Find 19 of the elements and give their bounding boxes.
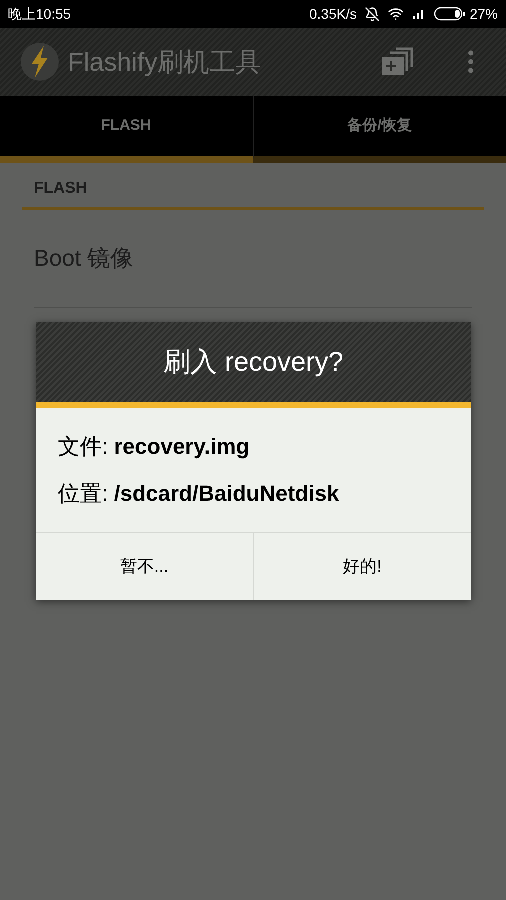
app-title: Flashify刷机工具 <box>68 46 262 78</box>
bell-off-icon <box>364 6 380 22</box>
dialog-title: 刷入 recovery? <box>163 346 344 379</box>
status-time: 晚上10:55 <box>8 4 72 24</box>
lightning-logo-icon <box>20 42 60 82</box>
signal-icon <box>412 8 426 20</box>
add-window-icon[interactable] <box>380 47 416 77</box>
section-header: FLASH <box>22 177 484 210</box>
tab[interactable]: FLASH <box>0 96 252 163</box>
dialog-text: 位置: /sdcard/BaiduNetdisk <box>58 480 340 508</box>
dialog-button[interactable]: 好的! <box>253 533 471 600</box>
list-item[interactable]: Boot 镜像 <box>34 210 472 308</box>
network-speed: 0.35K/s <box>309 4 357 24</box>
battery-icon <box>434 7 466 21</box>
dialog-text: 文件: recovery.img <box>58 433 251 461</box>
tab[interactable]: 备份/恢复 <box>252 96 506 163</box>
dialog-button[interactable]: 暂不... <box>36 533 253 600</box>
wifi-icon <box>388 6 404 22</box>
battery-percent: 27% <box>470 4 498 24</box>
